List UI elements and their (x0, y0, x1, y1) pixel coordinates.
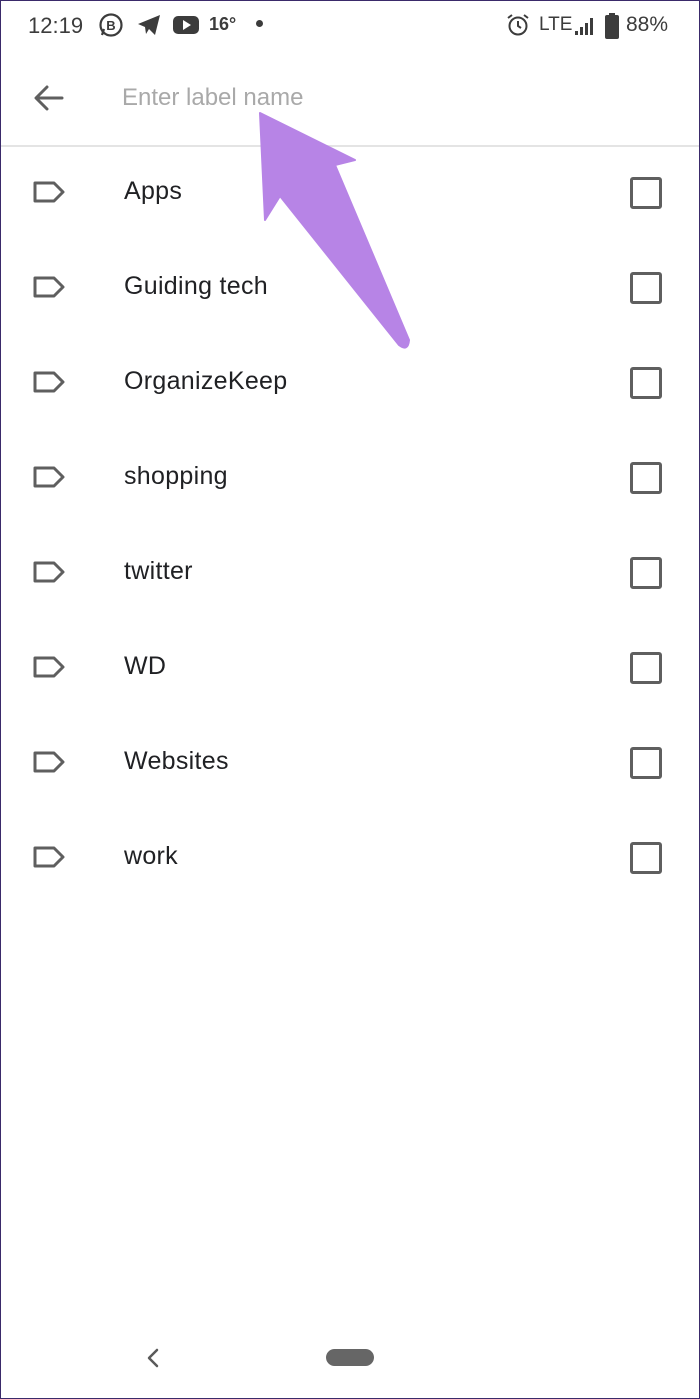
label-tag-icon (33, 561, 65, 583)
header-bar (0, 52, 700, 147)
label-tag-icon (33, 181, 65, 203)
youtube-icon (173, 16, 199, 34)
label-tag-icon (33, 656, 65, 678)
label-row[interactable]: shopping (0, 430, 700, 525)
label-tag-icon (33, 276, 65, 298)
label-row[interactable]: work (0, 810, 700, 905)
label-name: Apps (124, 177, 183, 205)
label-name: shopping (124, 462, 228, 490)
telegram-icon (138, 15, 160, 35)
label-row[interactable]: OrganizeKeep (0, 335, 700, 430)
label-row[interactable]: Apps (0, 145, 700, 240)
label-checkbox[interactable] (630, 842, 662, 874)
back-button[interactable] (24, 74, 74, 122)
label-checkbox[interactable] (630, 652, 662, 684)
label-tag-icon (33, 846, 65, 868)
notification-dot (256, 20, 263, 27)
status-time: 12:19 (28, 13, 84, 38)
label-row[interactable]: WD (0, 620, 700, 715)
label-checkbox[interactable] (630, 747, 662, 779)
label-name: Websites (124, 747, 229, 775)
whatsapp-business-icon: B (99, 13, 123, 37)
status-network: LTE (539, 14, 573, 35)
battery-icon (605, 13, 619, 39)
nav-back-button[interactable] (143, 1346, 163, 1370)
alarm-icon (507, 14, 529, 36)
label-name: Guiding tech (124, 272, 268, 300)
label-checkbox[interactable] (630, 367, 662, 399)
status-bar: 12:19 B 16° LTE 88% (0, 0, 700, 52)
label-tag-icon (33, 466, 65, 488)
label-name: WD (124, 652, 167, 680)
status-battery: 88% (626, 13, 669, 36)
label-name: twitter (124, 557, 193, 585)
label-checkbox[interactable] (630, 557, 662, 589)
arrow-left-icon (34, 85, 64, 111)
nav-home-pill[interactable] (326, 1349, 374, 1366)
label-checkbox[interactable] (630, 177, 662, 209)
label-tag-icon (33, 751, 65, 773)
label-name-input[interactable] (122, 78, 642, 118)
label-row[interactable]: Websites (0, 715, 700, 810)
label-row[interactable]: Guiding tech (0, 240, 700, 335)
status-temperature: 16° (209, 14, 237, 34)
label-list: Apps Guiding tech OrganizeKeep shopping twit… (0, 145, 700, 905)
label-row[interactable]: twitter (0, 525, 700, 620)
signal-icon (575, 18, 593, 35)
label-name: work (124, 842, 178, 870)
label-checkbox[interactable] (630, 462, 662, 494)
label-name: OrganizeKeep (124, 367, 288, 395)
svg-text:B: B (106, 18, 115, 33)
label-checkbox[interactable] (630, 272, 662, 304)
label-tag-icon (33, 371, 65, 393)
